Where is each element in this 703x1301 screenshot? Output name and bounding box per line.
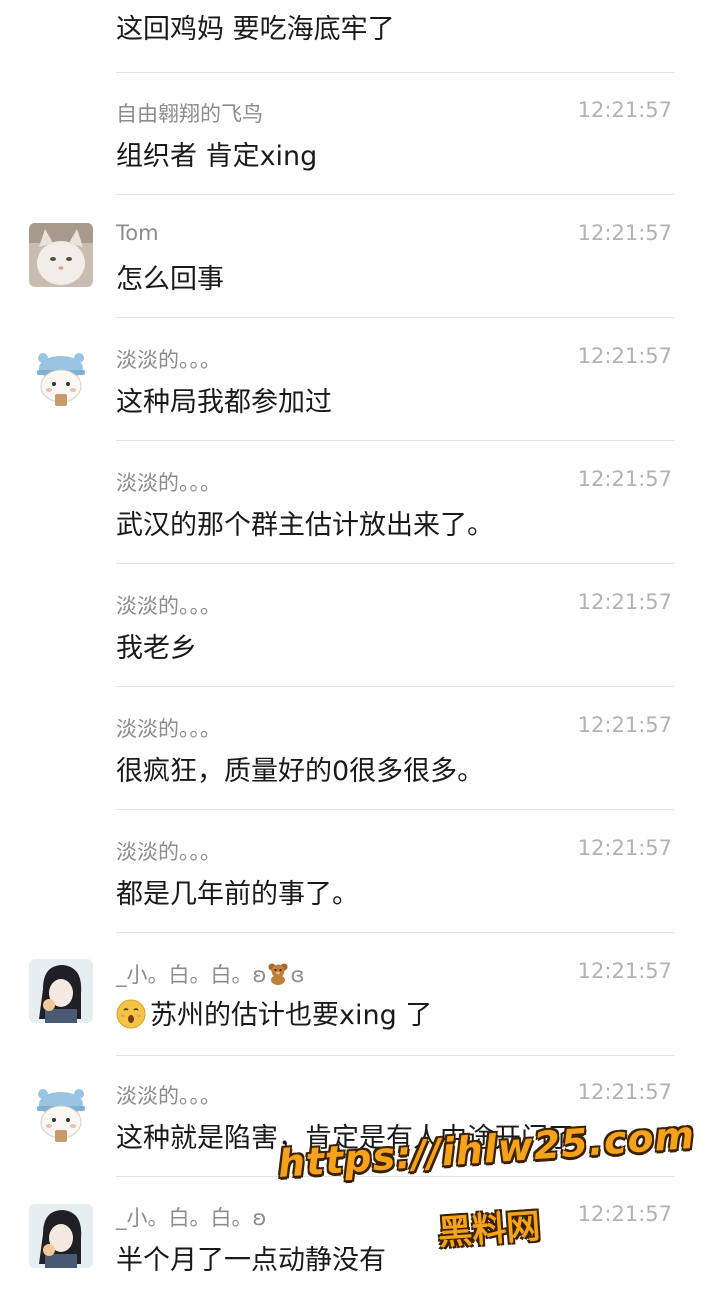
avatar[interactable] [29, 959, 93, 1023]
message-text: 都是几年前的事了。 [116, 879, 359, 910]
message-time: 12:21:57 [577, 713, 672, 737]
divider [116, 1176, 674, 1177]
sender-name: _小。白。白。ʚ ɞ [116, 959, 304, 989]
message-row[interactable]: 淡淡的。。。 12:21:57 我老乡 [0, 564, 703, 687]
cat-photo-icon [29, 223, 93, 287]
message-time: 12:21:57 [577, 344, 672, 368]
sender-name: 淡淡的。。。 [116, 717, 221, 741]
message-row[interactable]: 这回鸡妈 要吃海底牢了 [0, 0, 703, 73]
message-text: 武汉的那个群主估计放出来了。 [116, 510, 494, 541]
message-text: 这回鸡妈 要吃海底牢了 [116, 14, 395, 45]
girl-illustration-icon [29, 959, 93, 1023]
sender-name-suffix: ɞ [290, 963, 305, 987]
message-row[interactable]: Tom 12:21:57 怎么回事 [0, 195, 703, 318]
message-row[interactable]: 淡淡的。。。 12:21:57 都是几年前的事了。 [0, 810, 703, 933]
sender-name: 淡淡的。。。 [116, 840, 221, 864]
sender-name: 淡淡的。。。 [116, 594, 221, 618]
sender-name: 淡淡的。。。 [116, 471, 221, 495]
message-text: 组织者 肯定xing [116, 141, 318, 172]
message-text: 这种局我都参加过 [116, 387, 332, 418]
message-text: 半个月了一点动静没有 [116, 1245, 386, 1276]
message-time: 12:21:57 [577, 467, 672, 491]
message-time: 12:21:57 [577, 1202, 672, 1226]
avatar[interactable] [29, 346, 93, 410]
message-row[interactable]: _小。白。白。ʚ ɞ 12:21:57 苏州的估计也要xing 了 [0, 933, 703, 1056]
message-row[interactable]: 淡淡的。。。 12:21:57 武汉的那个群主估计放出来了。 [0, 441, 703, 564]
message-text-container: 苏州的估计也要xing 了 [116, 993, 432, 1032]
sender-name-text: _小。白。白。ʚ [116, 963, 267, 987]
teddy-bear-icon [266, 961, 290, 985]
message-row[interactable]: 自由翱翔的飞鸟 12:21:57 组织者 肯定xing [0, 72, 703, 195]
message-time: 12:21:57 [577, 1080, 672, 1104]
avatar[interactable] [29, 1082, 93, 1146]
message-time: 12:21:57 [577, 836, 672, 860]
bear-hat-cartoon-icon [29, 1082, 93, 1146]
message-row[interactable]: _小。白。白。ʚ 12:21:57 半个月了一点动静没有 [0, 1178, 703, 1301]
sender-name: 淡淡的。。。 [116, 348, 221, 372]
avatar[interactable] [29, 1204, 93, 1268]
sender-name: 自由翱翔的飞鸟 [116, 102, 263, 126]
message-row[interactable]: 淡淡的。。。 12:21:57 很疯狂，质量好的0很多很多。 [0, 687, 703, 810]
message-text: 怎么回事 [116, 264, 224, 295]
sender-name: 淡淡的。。。 [116, 1084, 221, 1108]
message-text: 苏州的估计也要xing 了 [150, 1000, 433, 1031]
message-row[interactable]: 淡淡的。。。 12:21:57 这种就是陷害，肯定是有人中途开门了。 [0, 1056, 703, 1179]
girl-illustration-icon [29, 1204, 93, 1268]
bear-hat-cartoon-icon [29, 346, 93, 410]
sender-name: Tom [116, 221, 159, 245]
message-row[interactable]: 淡淡的。。。 12:21:57 这种局我都参加过 [0, 318, 703, 441]
message-text: 我老乡 [116, 633, 197, 664]
message-time: 12:21:57 [577, 221, 672, 245]
sender-name: _小。白。白。ʚ [116, 1206, 267, 1230]
message-text: 很疯狂，质量好的0很多很多。 [116, 756, 485, 787]
message-time: 12:21:57 [577, 959, 672, 983]
message-text: 这种就是陷害，肯定是有人中途开门了。 [116, 1123, 602, 1154]
avatar[interactable] [29, 223, 93, 287]
message-time: 12:21:57 [577, 98, 672, 122]
surprised-face-emoji-icon [116, 999, 146, 1029]
message-time: 12:21:57 [577, 590, 672, 614]
